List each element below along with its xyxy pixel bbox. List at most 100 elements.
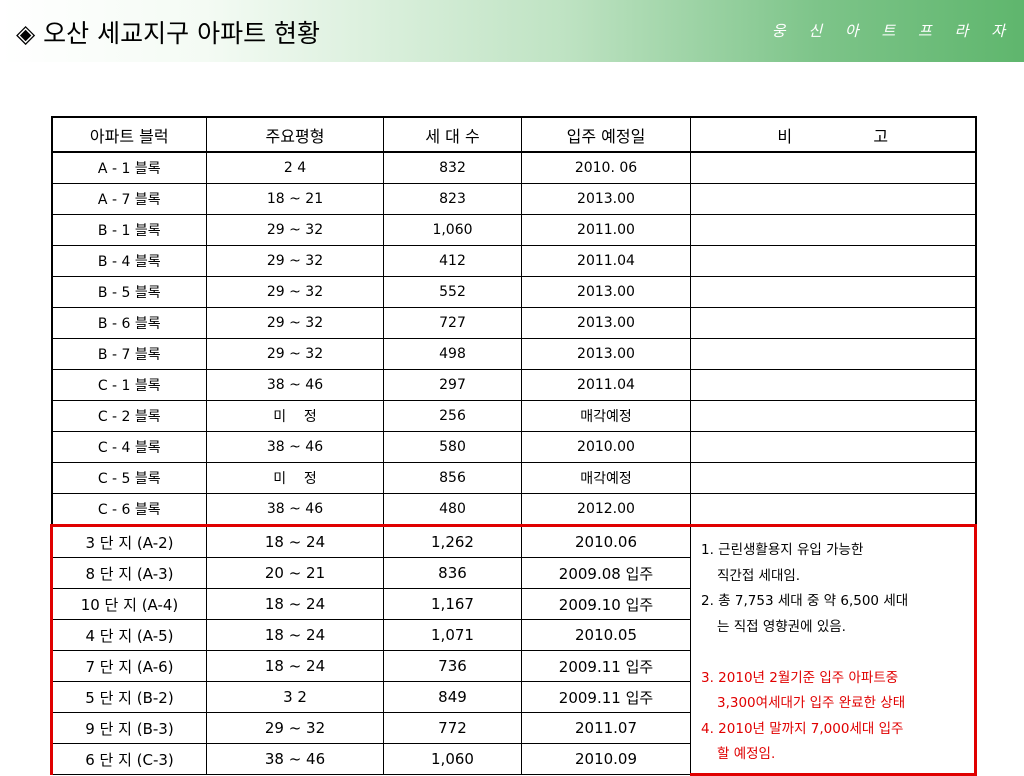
- note-line-8: 할 예정임.: [717, 746, 776, 763]
- header-size: 주요평형: [206, 116, 384, 153]
- table-row: 3 단 지 (A-2) 18 ~ 24 1,262 2010.06 1. 근린생…: [50, 524, 977, 776]
- cell-block: 6 단 지 (C-3): [50, 743, 207, 775]
- cell-block: B - 7 블록: [50, 338, 207, 370]
- cell-remarks: [690, 183, 977, 215]
- table-row: B - 1 블록 29 ~ 32 1,060 2011.00: [50, 214, 977, 246]
- page-title: ◈ 오산 세교지구 아파트 현황: [16, 19, 321, 48]
- cell-block: 8 단 지 (A-3): [50, 557, 207, 589]
- cell-size: 38 ~ 46: [206, 431, 384, 463]
- cell-size: 29 ~ 32: [206, 276, 384, 308]
- cell-date: 2013.00: [521, 276, 691, 308]
- cell-remarks: [690, 214, 977, 246]
- table-row: B - 6 블록 29 ~ 32 727 2013.00: [50, 307, 977, 339]
- table-row: C - 1 블록 38 ~ 46 297 2011.04: [50, 369, 977, 401]
- cell-block: 7 단 지 (A-6): [50, 650, 207, 682]
- cell-block: 5 단 지 (B-2): [50, 681, 207, 713]
- remarks-note: 1. 근린생활용지 유입 가능한 직간접 세대임. 2. 총 7,753 세대 …: [690, 524, 977, 776]
- note-line-1: 1. 근린생활용지 유입 가능한: [701, 542, 864, 559]
- cell-date: 2012.00: [521, 493, 691, 526]
- table-row: C - 5 블록 미 정 856 매각예정: [50, 462, 977, 494]
- cell-remarks: [690, 462, 977, 494]
- cell-date: 2010.05: [521, 619, 691, 651]
- cell-block: 4 단 지 (A-5): [50, 619, 207, 651]
- cell-date: 2009.11 입주: [521, 650, 691, 682]
- cell-units: 552: [383, 276, 522, 308]
- cell-remarks: [690, 245, 977, 277]
- cell-units: 1,262: [383, 524, 522, 558]
- cell-date: 2009.10 입주: [521, 588, 691, 620]
- cell-block: B - 4 블록: [50, 245, 207, 277]
- cell-date: 2010.09: [521, 743, 691, 775]
- note-line-6: 3,300여세대가 입주 완료한 상태: [717, 695, 906, 712]
- cell-date: 2011.07: [521, 712, 691, 744]
- header-block: 아파트 블럭: [50, 116, 207, 153]
- cell-date: 2009.08 입주: [521, 557, 691, 589]
- cell-size: 18 ~ 21: [206, 183, 384, 215]
- cell-remarks: [690, 276, 977, 308]
- cell-size: 38 ~ 46: [206, 743, 384, 775]
- cell-units: 498: [383, 338, 522, 370]
- cell-block: A - 7 블록: [50, 183, 207, 215]
- header-units: 세 대 수: [383, 116, 522, 153]
- cell-units: 849: [383, 681, 522, 713]
- cell-block: B - 6 블록: [50, 307, 207, 339]
- cell-units: 836: [383, 557, 522, 589]
- cell-units: 772: [383, 712, 522, 744]
- apartment-table: 아파트 블럭 주요평형 세 대 수 입주 예정일 비 고 A - 1 블록 2 …: [50, 116, 977, 776]
- note-line-5: 3. 2010년 2월기준 입주 아파트중: [701, 669, 899, 686]
- cell-date: 2010.06: [521, 524, 691, 558]
- cell-block: C - 4 블록: [50, 431, 207, 463]
- cell-date: 2011.04: [521, 245, 691, 277]
- cell-size: 18 ~ 24: [206, 650, 384, 682]
- table-row: B - 5 블록 29 ~ 32 552 2013.00: [50, 276, 977, 308]
- cell-size: 미 정: [206, 462, 384, 494]
- cell-block: B - 1 블록: [50, 214, 207, 246]
- cell-size: 3 2: [206, 681, 384, 713]
- cell-block: C - 5 블록: [50, 462, 207, 494]
- note-line-7: 4. 2010년 말까지 7,000세대 입주: [701, 720, 904, 737]
- cell-size: 18 ~ 24: [206, 619, 384, 651]
- note-line-4: 는 직접 영향권에 있음.: [717, 618, 846, 635]
- table-row: B - 4 블록 29 ~ 32 412 2011.04: [50, 245, 977, 277]
- cell-remarks: [690, 431, 977, 463]
- cell-units: 1,060: [383, 214, 522, 246]
- cell-size: 29 ~ 32: [206, 245, 384, 277]
- cell-date: 2011.04: [521, 369, 691, 401]
- cell-date: 2013.00: [521, 307, 691, 339]
- cell-date: 2009.11 입주: [521, 681, 691, 713]
- cell-date: 2010.00: [521, 431, 691, 463]
- cell-units: 832: [383, 151, 522, 184]
- cell-remarks: [690, 151, 977, 184]
- cell-size: 38 ~ 46: [206, 493, 384, 526]
- cell-units: 736: [383, 650, 522, 682]
- slide-header: ◈ 오산 세교지구 아파트 현황 웅 신 아 트 프 라 자: [0, 0, 1024, 62]
- cell-block: A - 1 블록: [50, 151, 207, 184]
- table-header-row: 아파트 블럭 주요평형 세 대 수 입주 예정일 비 고: [50, 116, 977, 153]
- cell-units: 823: [383, 183, 522, 215]
- cell-size: 29 ~ 32: [206, 338, 384, 370]
- cell-date: 매각예정: [521, 400, 691, 432]
- cell-units: 256: [383, 400, 522, 432]
- cell-size: 29 ~ 32: [206, 214, 384, 246]
- cell-block: C - 6 블록: [50, 493, 207, 526]
- cell-remarks: [690, 400, 977, 432]
- cell-units: 580: [383, 431, 522, 463]
- table-row: A - 1 블록 2 4 832 2010. 06: [50, 151, 977, 184]
- cell-units: 480: [383, 493, 522, 526]
- cell-remarks: [690, 493, 977, 526]
- cell-date: 2013.00: [521, 183, 691, 215]
- table-row: C - 6 블록 38 ~ 46 480 2012.00: [50, 493, 977, 526]
- cell-date: 2010. 06: [521, 151, 691, 184]
- cell-date: 매각예정: [521, 462, 691, 494]
- cell-units: 297: [383, 369, 522, 401]
- cell-block: 10 단 지 (A-4): [50, 588, 207, 620]
- table-row: B - 7 블록 29 ~ 32 498 2013.00: [50, 338, 977, 370]
- cell-size: 미 정: [206, 400, 384, 432]
- cell-block: C - 2 블록: [50, 400, 207, 432]
- cell-block: 3 단 지 (A-2): [50, 524, 207, 558]
- cell-size: 20 ~ 21: [206, 557, 384, 589]
- cell-size: 18 ~ 24: [206, 524, 384, 558]
- cell-remarks: [690, 369, 977, 401]
- cell-units: 412: [383, 245, 522, 277]
- company-name: 웅 신 아 트 프 라 자: [771, 22, 1014, 40]
